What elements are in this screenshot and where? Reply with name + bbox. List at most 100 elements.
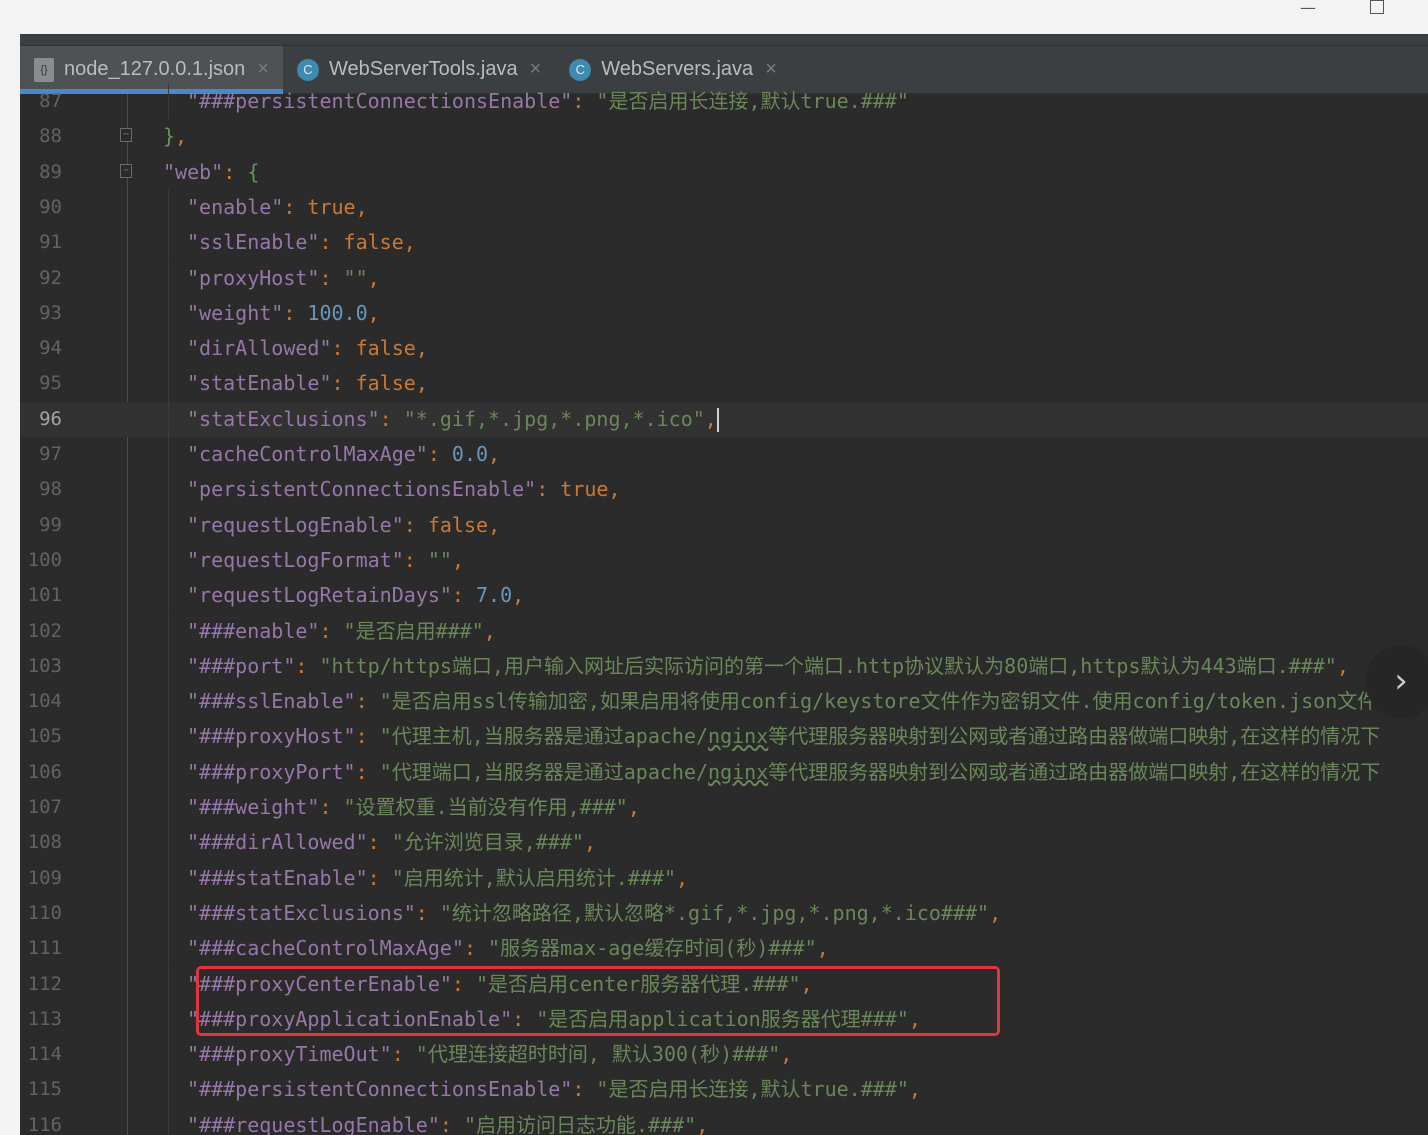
indent-guide — [168, 1072, 169, 1108]
punctuation: , — [355, 194, 368, 219]
code-line[interactable]: 110 "###statExclusions": "统计忽略路径,默认忽略*.gi… — [20, 896, 1428, 931]
punctuation: : — [331, 336, 356, 361]
punctuation: , — [696, 1112, 709, 1135]
punctuation: , — [415, 336, 428, 361]
json-key: "###sslEnable" — [187, 689, 356, 714]
code-line[interactable]: 115 "###persistentConnectionsEnable": "是否… — [20, 1072, 1428, 1107]
fold-start-icon[interactable]: − — [120, 164, 132, 178]
line-number: 97 — [39, 443, 62, 465]
json-number: 0.0 — [451, 442, 489, 466]
punctuation: : — [463, 936, 489, 961]
code-line[interactable]: 92 "proxyHost": "", — [20, 261, 1428, 296]
close-tab-icon[interactable]: × — [765, 58, 777, 81]
code-line[interactable]: 103 "###port": "http/https端口,用户输入网址后实际访问的… — [20, 649, 1428, 684]
code-line[interactable]: 97 "cacheControlMaxAge": 0.0, — [20, 437, 1428, 472]
punctuation: , — [483, 618, 496, 643]
indent-guide — [168, 260, 169, 296]
code-line[interactable]: 88}, — [20, 119, 1428, 154]
punctuation: : — [391, 1042, 416, 1067]
json-string: "代理连接超时时间, 默认300(秒)###" — [415, 1042, 781, 1067]
line-number: 95 — [39, 372, 62, 395]
indent-guide — [168, 1001, 169, 1038]
close-tab-icon[interactable]: × — [530, 58, 542, 81]
json-key: "###weight" — [187, 795, 320, 819]
tab-label: WebServerTools.java — [328, 58, 518, 80]
chevron-right-icon[interactable]: › — [1366, 645, 1428, 719]
punctuation: : — [536, 477, 561, 502]
code-line[interactable]: 108 "###dirAllowed": "允许浏览目录,###", — [20, 825, 1428, 860]
line-number: 98 — [39, 478, 62, 501]
code-line[interactable]: 93 "weight": 100.0, — [20, 296, 1428, 331]
code-line[interactable]: 89 "web": { — [20, 155, 1428, 190]
json-string: "是否启用长连接,默认true.###" — [596, 1077, 909, 1102]
json-key: "###dirAllowed" — [187, 830, 368, 855]
punctuation: : — [367, 865, 392, 890]
indent-guide — [168, 684, 169, 720]
code-text: "requestLogRetainDays": 7.0, — [187, 578, 524, 613]
punctuation: : — [403, 512, 428, 537]
json-string: "是否启用###" — [343, 618, 484, 643]
code-line[interactable]: 100 "requestLogFormat": "", — [20, 543, 1428, 578]
punctuation: , — [367, 300, 380, 325]
punctuation: : — [319, 230, 344, 255]
code-text: "###weight": "设置权重.当前没有作用,###", — [187, 790, 640, 825]
punctuation: : — [319, 265, 344, 290]
code-line[interactable]: 106 "###proxyPort": "代理端口,当服务器是通过apache/n… — [20, 755, 1428, 790]
json-string: nginx — [708, 759, 769, 784]
code-line[interactable]: 94 "dirAllowed": false, — [20, 331, 1428, 366]
line-number: 90 — [39, 195, 62, 218]
punctuation: , — [627, 795, 640, 819]
fold-end-icon[interactable]: − — [120, 128, 132, 142]
code-line[interactable]: 109 "###statEnable": "启用统计,默认启用统计.###", — [20, 861, 1428, 896]
json-string: "启用访问日志功能.###" — [463, 1112, 697, 1135]
json-key: "persistentConnectionsEnable" — [187, 477, 537, 502]
code-line[interactable]: 114 "###proxyTimeOut": "代理连接超时时间, 默认300(秒… — [20, 1037, 1428, 1072]
punctuation: , — [175, 124, 188, 149]
json-key: "statEnable" — [187, 371, 332, 396]
code-line[interactable]: 105 "###proxyHost": "代理主机,当服务器是通过apache/n… — [20, 719, 1428, 754]
minimize-button[interactable]: — — [1300, 0, 1316, 18]
close-tab-icon[interactable]: × — [257, 58, 269, 81]
json-number: 100.0 — [307, 300, 368, 325]
line-number: 111 — [27, 937, 62, 960]
line-number: 88 — [39, 125, 62, 148]
punctuation: : — [572, 1077, 597, 1102]
code-text: "web": { — [163, 155, 259, 190]
line-number: 104 — [27, 690, 62, 713]
code-line[interactable]: 95 "statEnable": false, — [20, 366, 1428, 401]
code-line[interactable]: 107 "###weight": "设置权重.当前没有作用,###", — [20, 790, 1428, 825]
json-key: "###requestLogEnable" — [187, 1112, 440, 1135]
code-text: "###port": "http/https端口,用户输入网址后实际访问的第一个… — [187, 649, 1349, 684]
code-line[interactable]: 102 "###enable": "是否启用###", — [20, 614, 1428, 649]
code-line[interactable]: 91 "sslEnable": false, — [20, 225, 1428, 260]
code-line[interactable]: 101 "requestLogRetainDays": 7.0, — [20, 578, 1428, 613]
code-line[interactable]: 116 "###requestLogEnable": "启用访问日志功能.###"… — [20, 1108, 1428, 1135]
code-text: "###cacheControlMaxAge": "服务器max-age缓存时间… — [187, 931, 829, 966]
json-string: "允许浏览目录,###" — [391, 830, 584, 855]
code-line[interactable]: 96 "statExclusions": "*.gif,*.jpg,*.png,*… — [20, 401, 1428, 437]
code-text: "###sslEnable": "是否启用ssl传输加密,如果启用将使用conf… — [187, 684, 1377, 719]
json-key: "requestLogFormat" — [187, 547, 404, 572]
punctuation: : — [331, 371, 356, 396]
json-key: "requestLogEnable" — [187, 512, 404, 537]
json-string: 等代理服务器映射到公网或者通过路由器做端口映射,在这样的情况下 — [768, 724, 1381, 749]
punctuation: : — [403, 547, 428, 572]
code-text: "statEnable": false, — [187, 366, 428, 401]
code-line[interactable]: 98 "persistentConnectionsEnable": true, — [20, 472, 1428, 507]
line-number: 87 — [39, 90, 62, 112]
tab-label: WebServers.java — [601, 58, 754, 80]
json-key: "statExclusions" — [187, 406, 380, 431]
code-line[interactable]: 111 "###cacheControlMaxAge": "服务器max-age缓… — [20, 931, 1428, 966]
json-string: "是否启用ssl传输加密,如果启用将使用config/keystore文件作为密… — [379, 689, 1378, 714]
punctuation: : — [319, 795, 344, 819]
code-editor[interactable]: 87 "###persistentConnectionsEnable": "是否启… — [20, 84, 1428, 1135]
json-boolean: false — [343, 230, 404, 255]
code-line[interactable]: 104 "###sslEnable": "是否启用ssl传输加密,如果启用将使用c… — [20, 684, 1428, 719]
indent-guide — [168, 1107, 169, 1135]
code-text: "###proxyTimeOut": "代理连接超时时间, 默认300(秒)##… — [187, 1037, 792, 1072]
punctuation: , — [512, 583, 525, 608]
code-line[interactable]: 99 "requestLogEnable": false, — [20, 508, 1428, 543]
code-line[interactable]: 90 "enable": true, — [20, 190, 1428, 225]
code-line[interactable]: 87 "###persistentConnectionsEnable": "是否启… — [20, 84, 1428, 119]
maximize-button[interactable] — [1370, 0, 1384, 14]
